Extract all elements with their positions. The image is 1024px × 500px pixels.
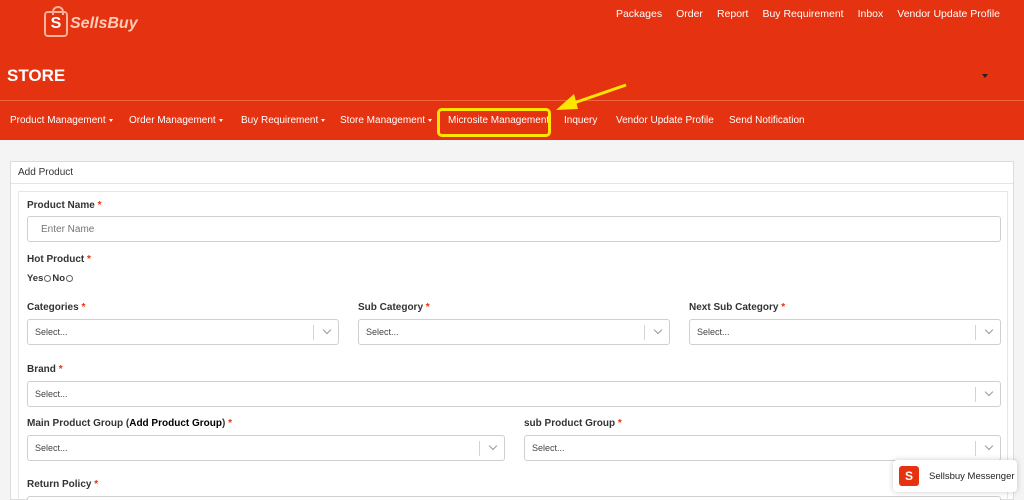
product-name-input[interactable]	[27, 216, 1001, 242]
store-title: STORE	[7, 66, 66, 85]
top-link-buy-requirement[interactable]: Buy Requirement	[762, 8, 843, 20]
messenger-label: Sellsbuy Messenger	[929, 470, 1015, 482]
brand-select[interactable]: Select...	[27, 381, 1001, 407]
logo-text: SellsBuy	[70, 15, 138, 32]
next-sub-category-select[interactable]: Select...	[689, 319, 1001, 345]
yes-label: Yes	[27, 273, 44, 284]
nav-send-notification[interactable]: Send Notification	[729, 101, 805, 141]
chevron-down-icon	[984, 441, 994, 451]
chevron-down-icon	[984, 387, 994, 397]
store-dropdown-caret-icon[interactable]	[982, 74, 988, 78]
nav-store-management[interactable]: Store Management	[340, 101, 433, 141]
top-link-packages[interactable]: Packages	[616, 8, 662, 20]
caret-down-icon	[428, 118, 433, 122]
top-links: Packages Order Report Buy Requirement In…	[616, 8, 1000, 20]
nav-buy-requirement[interactable]: Buy Requirement	[241, 101, 326, 141]
messenger-widget[interactable]: S Sellsbuy Messenger	[893, 460, 1017, 492]
sub-product-group-label: sub Product Group *	[524, 418, 622, 429]
return-policy-input[interactable]	[27, 496, 1001, 500]
chevron-down-icon	[984, 325, 994, 335]
top-link-inbox[interactable]: Inbox	[858, 8, 884, 20]
caret-down-icon	[321, 118, 326, 122]
nav-product-management[interactable]: Product Management	[10, 101, 113, 141]
main-product-group-select[interactable]: Select...	[27, 435, 505, 461]
chevron-down-icon	[653, 325, 663, 335]
caret-down-icon	[218, 118, 223, 122]
sellsbuy-logo[interactable]: S SellsBuy	[44, 6, 138, 38]
nav-order-management[interactable]: Order Management	[129, 101, 223, 141]
sub-category-select[interactable]: Select...	[358, 319, 670, 345]
product-name-label: Product Name *	[27, 200, 102, 211]
annotation-arrow-icon	[556, 83, 627, 110]
no-label: No	[52, 273, 66, 284]
categories-select[interactable]: Select...	[27, 319, 339, 345]
form-body: Product Name * Hot Product * Yes No Cate…	[18, 191, 1008, 500]
hot-product-radio-group: Yes No	[27, 273, 74, 284]
no-radio[interactable]	[66, 275, 74, 282]
card-title: Add Product	[11, 162, 1013, 184]
highlight-box	[437, 108, 551, 137]
messenger-bag-icon: S	[899, 466, 919, 486]
brand-label: Brand *	[27, 364, 63, 375]
sub-category-label: Sub Category *	[358, 302, 430, 313]
yes-radio[interactable]	[44, 275, 52, 282]
caret-down-icon	[108, 118, 113, 122]
top-link-vendor-update-profile[interactable]: Vendor Update Profile	[897, 8, 1000, 20]
hot-product-label: Hot Product *	[27, 254, 91, 265]
add-product-card: Add Product Product Name * Hot Product *…	[10, 161, 1014, 500]
top-link-report[interactable]: Report	[717, 8, 749, 20]
chevron-down-icon	[322, 325, 332, 335]
main-product-group-label: Main Product Group (Add Product Group) *	[27, 418, 233, 429]
categories-label: Categories *	[27, 302, 86, 313]
shopping-bag-icon: S	[44, 6, 68, 37]
top-link-order[interactable]: Order	[676, 8, 703, 20]
sub-product-group-select[interactable]: Select...	[524, 435, 1001, 461]
add-product-group-link[interactable]: Add Product Group	[129, 418, 222, 429]
chevron-down-icon	[488, 441, 498, 451]
return-policy-label: Return Policy *	[27, 479, 99, 490]
next-sub-category-label: Next Sub Category *	[689, 302, 786, 313]
